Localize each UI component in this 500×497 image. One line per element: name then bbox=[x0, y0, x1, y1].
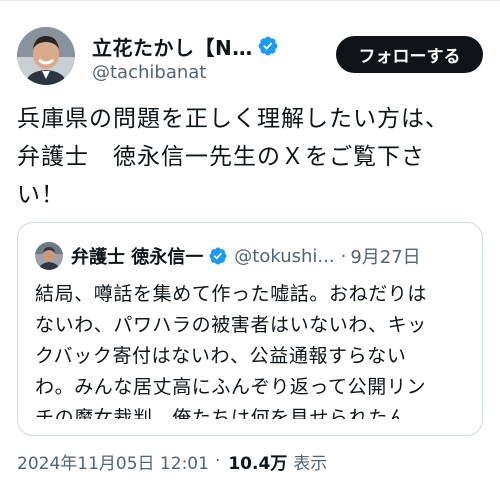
views-count: 10.4万 bbox=[228, 453, 288, 474]
meta-separator: · bbox=[214, 451, 221, 471]
tweet-meta: 2024年11月05日 12:01 · 10.4万 表示 bbox=[17, 448, 327, 474]
quoted-tweet[interactable]: 弁護士 徳永信一 @tokushi... · 9月27日 結局、噂話を集めて作っ… bbox=[17, 222, 483, 436]
quoted-author-avatar[interactable] bbox=[35, 242, 63, 270]
quoted-tweet-body: 結局、噂話を集めて作った嘘話。おねだりは ないわ、パワハラの被害者はいないわ、キ… bbox=[35, 283, 428, 419]
quoted-tweet-header: 弁護士 徳永信一 @tokushi... · 9月27日 bbox=[35, 241, 475, 271]
quoted-author-name[interactable]: 弁護士 徳永信一 bbox=[71, 243, 203, 269]
quoted-separator: · bbox=[340, 245, 347, 267]
quoted-date[interactable]: 9月27日 bbox=[350, 243, 420, 269]
author-handle[interactable]: @tachibanat bbox=[92, 62, 312, 83]
follow-button[interactable]: フォローする bbox=[336, 36, 483, 73]
author-avatar[interactable] bbox=[17, 27, 75, 85]
top-divider bbox=[0, 0, 500, 1]
author-identity: 立花たかし【N… @tachibanat bbox=[92, 33, 312, 83]
quoted-author-handle[interactable]: @tokushi... bbox=[234, 246, 334, 267]
tweet-timestamp[interactable]: 2024年11月05日 12:01 bbox=[17, 449, 209, 474]
verified-badge-icon bbox=[258, 36, 278, 56]
tweet-header: 立花たかし【N… @tachibanat フォローする bbox=[17, 27, 483, 89]
views-label: 表示 bbox=[293, 453, 328, 474]
author-display-name[interactable]: 立花たかし【N… bbox=[92, 32, 253, 61]
verified-badge-icon bbox=[209, 247, 227, 265]
tweet-body: 兵庫県の問題を正しく理解したい方は、 弁護士 徳永信一先生のＸをご覧下さ い！ bbox=[17, 106, 449, 208]
